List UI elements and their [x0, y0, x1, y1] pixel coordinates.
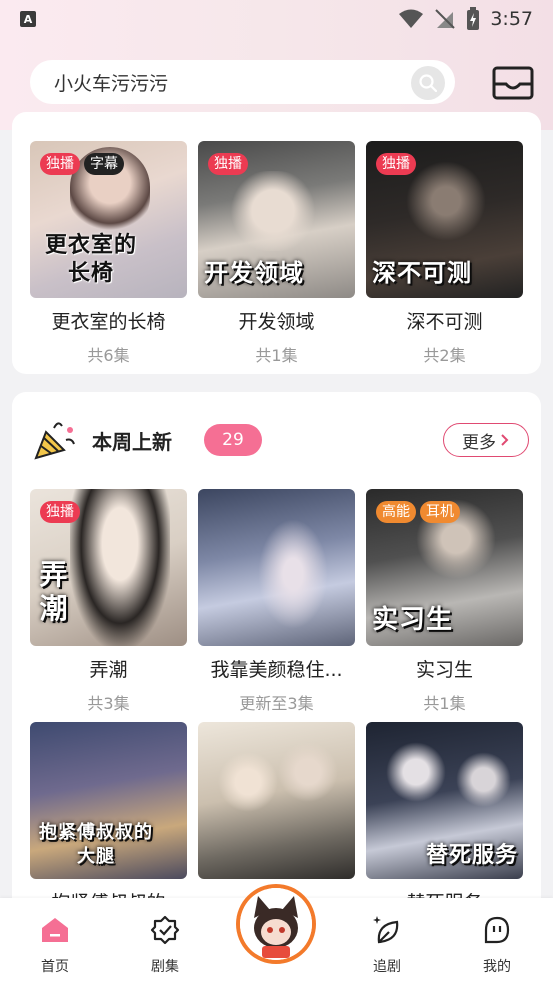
section-header: 本周上新 29 更多: [32, 418, 532, 462]
list-item[interactable]: 独播 弄潮 弄潮 共3集: [30, 489, 187, 714]
tab-label: 剧集: [151, 959, 179, 975]
list-item[interactable]: 独播 深不可测 深不可测 共2集: [366, 141, 523, 366]
item-title: 我靠美颜稳住...: [210, 659, 343, 681]
item-title: 开发领域: [238, 311, 315, 333]
tab-label: 首页: [41, 959, 69, 975]
tab-label: 我的: [483, 959, 511, 975]
cover-title: 深不可测: [372, 259, 472, 287]
inbox-icon[interactable]: [492, 66, 534, 100]
cover-image: 高能 耳机 实习生: [366, 489, 523, 646]
tag-badge: 字幕: [84, 153, 124, 175]
cover-title: 替死服务: [426, 843, 519, 868]
list-item[interactable]: Hush: [198, 722, 355, 910]
search-placeholder: 小火车污污污: [54, 72, 169, 95]
item-title: 弄潮: [89, 659, 128, 681]
search-button[interactable]: [411, 66, 445, 100]
list-item[interactable]: 我靠美颜稳住... 更新至3集: [198, 489, 355, 714]
weekly-new-card: 本周上新 29 更多 独播 弄潮 弄潮 共3集 我靠美颜稳住... 更新至3集: [12, 392, 541, 952]
tag-badge: 独播: [376, 153, 416, 175]
mascot-avatar: [240, 888, 312, 960]
item-episodes: 共1集: [255, 346, 298, 365]
home-icon: [42, 918, 68, 942]
cover-title: 实习生: [372, 605, 454, 635]
cover-image: [198, 489, 355, 646]
party-popper-icon: [34, 422, 75, 460]
tag-badge: 耳机: [420, 501, 460, 523]
more-button[interactable]: 更多: [443, 423, 529, 457]
list-item[interactable]: 抱紧傅叔叔的大腿 抱紧傅叔叔的: [30, 722, 187, 915]
app-notification-icon: A: [20, 11, 36, 27]
item-title: 实习生: [415, 659, 473, 681]
tab-label: 追剧: [373, 959, 401, 975]
cover-title: 抱紧傅叔叔的大腿: [39, 822, 153, 867]
count-badge: 29: [204, 424, 262, 456]
top-list-card: 独播 字幕 更衣室的长椅 更衣室的长椅 共6集 独播 开发领域 开发领域 共1集…: [12, 112, 541, 374]
tab-profile[interactable]: 我的: [467, 914, 527, 976]
list-item[interactable]: 替死服务 替死服务: [366, 722, 523, 915]
status-bar: A 3:57: [0, 0, 553, 38]
tab-following[interactable]: 追剧: [357, 914, 417, 976]
item-episodes: 共6集: [87, 346, 130, 365]
cover-image: 替死服务: [366, 722, 523, 879]
tag-badge: 独播: [40, 153, 80, 175]
cover-image: 独播 深不可测: [366, 141, 523, 298]
tag-badge: 高能: [376, 501, 416, 523]
item-title: 更衣室的长椅: [51, 311, 166, 333]
item-episodes: 更新至3集: [239, 694, 314, 713]
tab-series[interactable]: 剧集: [135, 914, 195, 976]
tag-badge: 独播: [208, 153, 248, 175]
cover-image: 抱紧傅叔叔的大腿: [30, 722, 187, 879]
list-item[interactable]: 高能 耳机 实习生 实习生 共1集: [366, 489, 523, 714]
status-time: 3:57: [490, 8, 533, 30]
cover-image: 独播 弄潮: [30, 489, 187, 646]
chevron-right-icon: [501, 434, 509, 446]
item-title: 深不可测: [406, 311, 483, 333]
item-episodes: 共3集: [87, 694, 130, 713]
badge-check-icon: [150, 915, 180, 945]
sparkle-leaf-icon: [373, 916, 399, 944]
search-input[interactable]: 小火车污污污: [30, 60, 455, 104]
cat-mascot-icon: [240, 888, 312, 960]
profile-face-icon: [484, 916, 510, 944]
tag-badge: 独播: [40, 501, 80, 523]
list-item[interactable]: 独播 字幕 更衣室的长椅 更衣室的长椅 共6集: [30, 141, 187, 366]
cover-image: [198, 722, 355, 879]
no-signal-icon: [435, 9, 456, 29]
cover-image: 独播 开发领域: [198, 141, 355, 298]
item-episodes: 共2集: [423, 346, 466, 365]
battery-charging-icon: [467, 7, 480, 30]
search-row: 小火车污污污: [30, 60, 535, 106]
more-label: 更多: [462, 432, 496, 453]
cover-image: 独播 字幕 更衣室的长椅: [30, 141, 187, 298]
item-episodes: 共1集: [423, 694, 466, 713]
list-item[interactable]: 独播 开发领域 开发领域 共1集: [198, 141, 355, 366]
wifi-icon: [399, 9, 424, 28]
center-avatar-button[interactable]: [236, 884, 316, 964]
cover-title: 开发领域: [204, 259, 304, 287]
section-title: 本周上新: [92, 430, 172, 454]
cover-title: 弄潮: [39, 558, 69, 625]
search-icon: [419, 74, 438, 93]
cover-title: 更衣室的长椅: [44, 233, 137, 286]
tab-home[interactable]: 首页: [25, 914, 85, 976]
